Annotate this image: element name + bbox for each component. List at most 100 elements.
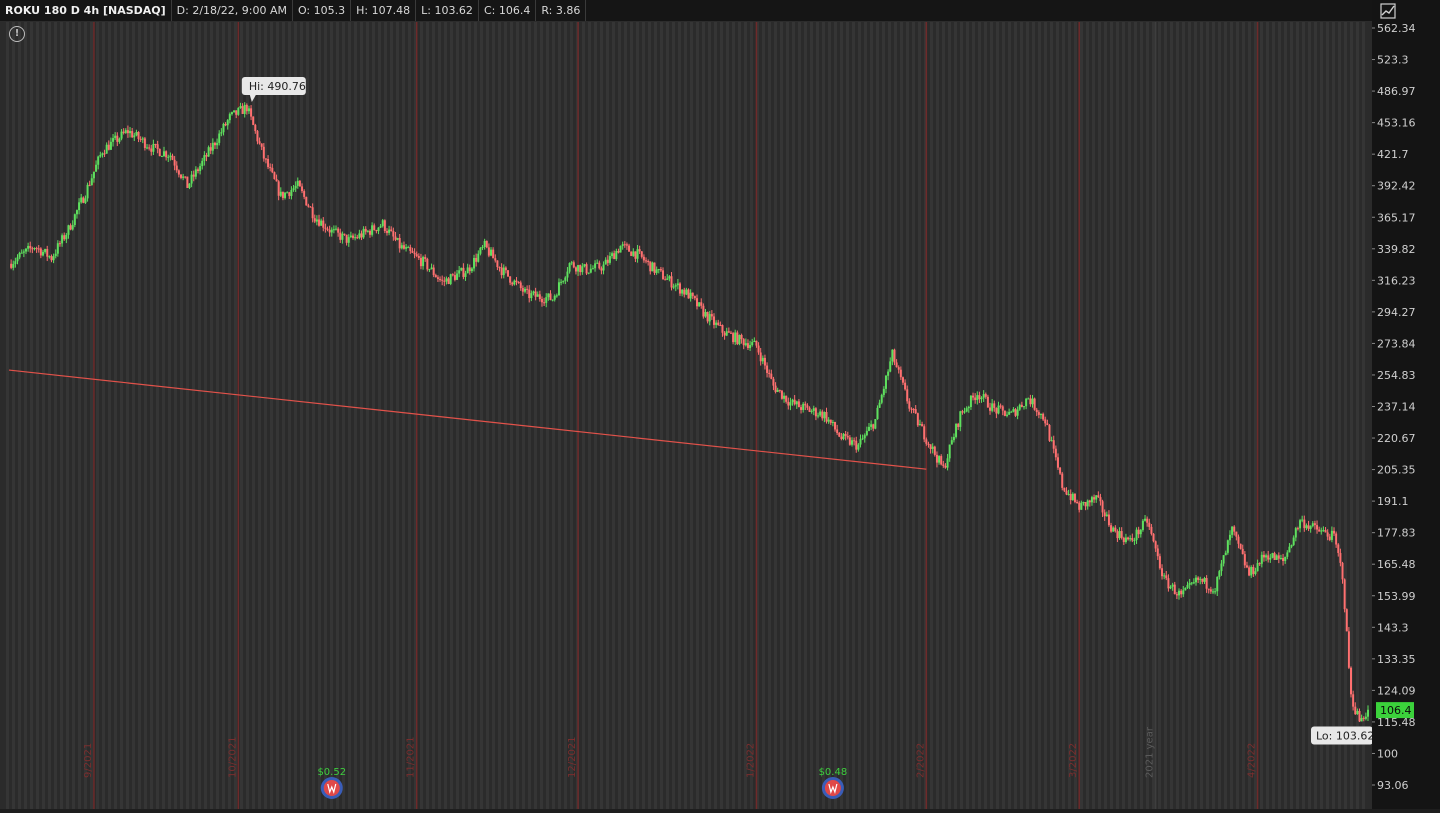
candle-body bbox=[1362, 717, 1365, 719]
candle-body bbox=[307, 205, 310, 207]
candle-body bbox=[1124, 537, 1127, 542]
candle-body bbox=[1364, 716, 1367, 719]
candle-body bbox=[1148, 522, 1151, 527]
candle-body bbox=[825, 411, 828, 422]
session-bar bbox=[1338, 21, 1341, 809]
candle-body bbox=[10, 263, 13, 268]
session-bar bbox=[102, 21, 105, 809]
candle-body bbox=[938, 456, 941, 463]
candle-body bbox=[683, 289, 686, 295]
candle-body bbox=[368, 230, 371, 235]
candle-body bbox=[1078, 502, 1081, 510]
candle-body bbox=[931, 446, 934, 449]
candle-body bbox=[1341, 562, 1344, 580]
month-label: 3/2022 bbox=[1068, 743, 1079, 778]
candle-body bbox=[31, 248, 34, 250]
session-bar bbox=[570, 21, 573, 809]
candle-body bbox=[1282, 558, 1285, 562]
candle-body bbox=[553, 295, 556, 300]
candle-body bbox=[817, 415, 820, 417]
price-axis[interactable]: 562.34 523.3 486.97 453.16 421.7 392.42 365.17… bbox=[1372, 0, 1440, 809]
candle-body bbox=[1218, 571, 1221, 577]
candle-body bbox=[861, 438, 864, 440]
session-bar bbox=[942, 21, 945, 809]
candle-body bbox=[1347, 631, 1350, 668]
candle-body bbox=[617, 251, 620, 253]
price-chart[interactable]: 9/2021 10/2021 11/2021 12/2021 1/2022 2/2022 3… bbox=[0, 0, 1372, 809]
candle-body bbox=[48, 256, 51, 258]
candle-body bbox=[791, 399, 794, 403]
candle-body bbox=[732, 333, 735, 343]
session-bar bbox=[54, 21, 57, 809]
candle-body bbox=[20, 252, 23, 254]
candle-body bbox=[1161, 568, 1164, 577]
session-bar bbox=[1344, 21, 1347, 809]
candle-body bbox=[41, 251, 44, 256]
session-bar bbox=[408, 21, 411, 809]
session-bar bbox=[1170, 21, 1173, 809]
candle-body bbox=[141, 138, 144, 140]
session-bar bbox=[1080, 21, 1083, 809]
candle-body bbox=[80, 197, 83, 203]
candle-body bbox=[642, 256, 645, 261]
candle-body bbox=[1337, 544, 1340, 553]
candle-body bbox=[802, 403, 805, 410]
candle-body bbox=[120, 131, 123, 139]
candle-body bbox=[487, 247, 490, 256]
session-bar bbox=[792, 21, 795, 809]
candle-body bbox=[1122, 537, 1125, 542]
candle-body bbox=[184, 176, 187, 178]
candle-body bbox=[1226, 540, 1229, 553]
session-bar bbox=[750, 21, 753, 809]
session-bar bbox=[534, 21, 537, 809]
candle-body bbox=[1033, 398, 1036, 410]
session-bar bbox=[462, 21, 465, 809]
symbol-label[interactable]: ROKU 180 D 4h [NASDAQ] bbox=[0, 0, 172, 21]
session-bar bbox=[1128, 21, 1131, 809]
session-bar bbox=[300, 21, 303, 809]
candle-body bbox=[112, 138, 115, 142]
candle-body bbox=[148, 147, 151, 149]
session-bar bbox=[60, 21, 63, 809]
session-bar bbox=[384, 21, 387, 809]
candle-body bbox=[1199, 578, 1202, 580]
candle-body bbox=[1256, 563, 1259, 572]
candle-body bbox=[279, 191, 282, 196]
candle-body bbox=[1243, 554, 1246, 566]
session-bar bbox=[1266, 21, 1269, 809]
candle-body bbox=[39, 248, 42, 256]
month-label: 10/2021 bbox=[227, 736, 238, 778]
candle-body bbox=[594, 263, 597, 269]
candle-body bbox=[1008, 411, 1011, 415]
session-bar bbox=[30, 21, 33, 809]
candle-body bbox=[160, 156, 163, 158]
candle-body bbox=[666, 278, 669, 280]
session-bar bbox=[156, 21, 159, 809]
session-bar bbox=[432, 21, 435, 809]
session-bar bbox=[234, 21, 237, 809]
candle-body bbox=[712, 316, 715, 325]
candle-body bbox=[1071, 493, 1074, 501]
candle-body bbox=[1107, 514, 1110, 526]
earnings-value: $0.52 bbox=[317, 767, 346, 778]
candle-body bbox=[904, 382, 907, 390]
candle-body bbox=[498, 267, 501, 269]
candle-body bbox=[1330, 530, 1333, 540]
candle-body bbox=[668, 276, 671, 279]
candle-body bbox=[751, 342, 754, 346]
candle-body bbox=[451, 274, 454, 276]
candle-body bbox=[984, 394, 987, 397]
chart-style-icon[interactable] bbox=[1378, 2, 1398, 20]
candle-body bbox=[1178, 590, 1181, 596]
session-bar bbox=[1116, 21, 1119, 809]
candle-body bbox=[1031, 398, 1034, 405]
candle-body bbox=[135, 131, 138, 136]
session-bar bbox=[522, 21, 525, 809]
candle-body bbox=[999, 405, 1002, 407]
candle-body bbox=[532, 291, 535, 294]
exclamation-circle-icon[interactable]: ! bbox=[9, 26, 25, 42]
candle-body bbox=[1010, 411, 1013, 413]
candle-body bbox=[853, 440, 856, 442]
candle-body bbox=[1054, 448, 1057, 458]
candle-body bbox=[560, 281, 563, 283]
